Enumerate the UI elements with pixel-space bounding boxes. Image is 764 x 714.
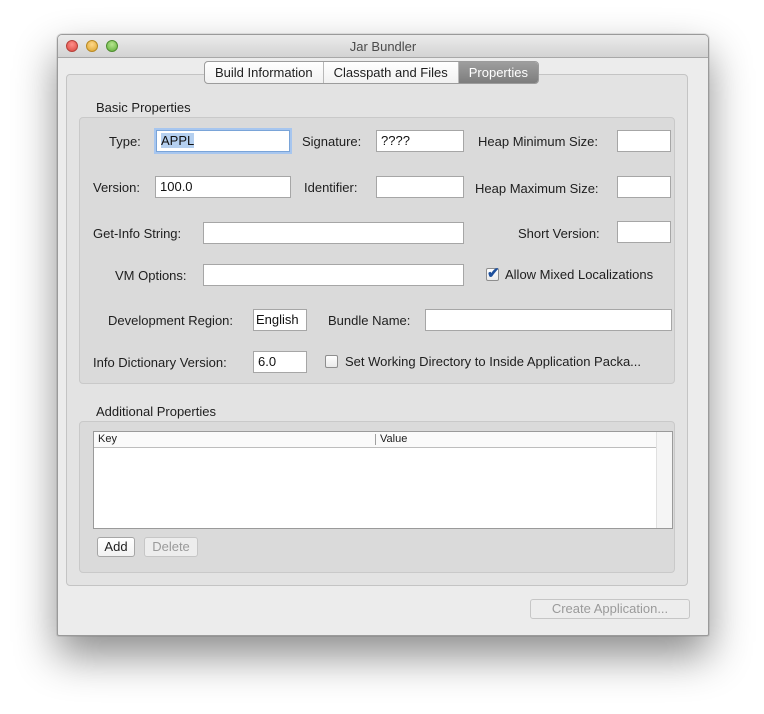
- properties-table[interactable]: Key Value: [93, 431, 673, 529]
- window-title: Jar Bundler: [349, 39, 417, 54]
- development-region-field[interactable]: English: [253, 309, 307, 331]
- signature-field[interactable]: ????: [376, 130, 464, 152]
- tab-bar: Build Information Classpath and Files Pr…: [204, 61, 539, 84]
- get-info-label: Get-Info String:: [93, 226, 182, 241]
- heap-maximum-label: Heap Maximum Size:: [475, 181, 599, 196]
- type-label: Type:: [109, 134, 141, 149]
- allow-mixed-localizations-checkbox[interactable]: ✔: [486, 265, 500, 282]
- delete-button[interactable]: Delete: [144, 537, 198, 557]
- heap-minimum-field[interactable]: [617, 130, 671, 152]
- tab-properties[interactable]: Properties: [458, 62, 538, 83]
- table-scrollbar[interactable]: [656, 432, 672, 528]
- identifier-field[interactable]: [376, 176, 464, 198]
- allow-mixed-localizations-label: Allow Mixed Localizations: [505, 267, 654, 282]
- short-version-field[interactable]: [617, 221, 671, 243]
- identifier-label: Identifier:: [304, 180, 358, 195]
- heap-maximum-field[interactable]: [617, 176, 671, 198]
- tab-classpath-and-files[interactable]: Classpath and Files: [324, 62, 459, 83]
- bundle-name-label: Bundle Name:: [328, 313, 411, 328]
- basic-properties-group: [79, 117, 675, 384]
- column-divider: [375, 434, 376, 445]
- app-window: Jar Bundler Build Information Classpath …: [57, 34, 709, 636]
- type-field[interactable]: APPL: [156, 130, 290, 152]
- vm-options-field[interactable]: [203, 264, 464, 286]
- tab-build-information[interactable]: Build Information: [205, 62, 324, 83]
- signature-label: Signature:: [302, 134, 362, 149]
- column-header-key[interactable]: Key: [98, 433, 117, 445]
- add-button[interactable]: Add: [97, 537, 135, 557]
- title-bar[interactable]: Jar Bundler: [58, 35, 708, 58]
- version-label: Version:: [93, 180, 140, 195]
- table-header: Key Value: [94, 432, 657, 448]
- vm-options-label: VM Options:: [115, 268, 187, 283]
- additional-properties-header: Additional Properties: [96, 404, 216, 419]
- short-version-label: Short Version:: [518, 226, 600, 241]
- column-header-value[interactable]: Value: [380, 433, 407, 445]
- development-region-label: Development Region:: [108, 313, 234, 328]
- basic-properties-header: Basic Properties: [96, 100, 191, 115]
- get-info-field[interactable]: [203, 222, 464, 244]
- working-directory-checkbox[interactable]: [325, 355, 338, 368]
- version-field[interactable]: 100.0: [155, 176, 291, 198]
- checkmark-icon: ✔: [487, 265, 500, 282]
- create-application-button[interactable]: Create Application...: [530, 599, 690, 619]
- info-dictionary-version-field[interactable]: 6.0: [253, 351, 307, 373]
- heap-minimum-label: Heap Minimum Size:: [478, 134, 598, 149]
- info-dictionary-version-label: Info Dictionary Version:: [93, 355, 227, 370]
- bundle-name-field[interactable]: [425, 309, 672, 331]
- working-directory-label: Set Working Directory to Inside Applicat…: [345, 354, 642, 369]
